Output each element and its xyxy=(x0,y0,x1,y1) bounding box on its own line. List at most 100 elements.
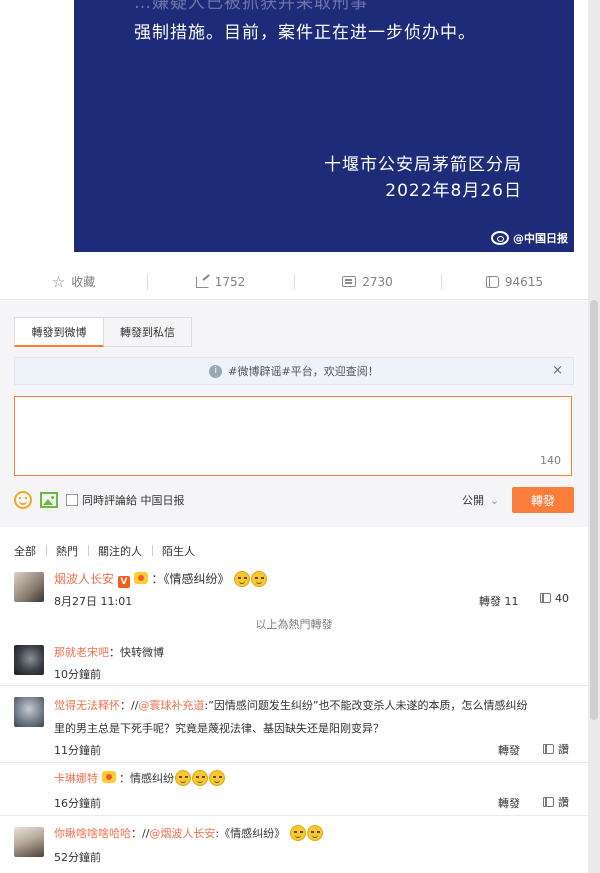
image-icon[interactable] xyxy=(40,492,58,508)
list-item: 你瞅啥啥啥哈哈：//@烟波人长安:《情感纠纷》 52分鐘前 xyxy=(0,817,588,873)
comment-icon xyxy=(342,276,357,287)
comment-count: 2730 xyxy=(362,274,393,289)
username[interactable]: 那就老宋吧 xyxy=(54,646,109,659)
thumbs-up-icon xyxy=(540,593,551,603)
send-forward-button[interactable]: 轉發 xyxy=(512,487,574,513)
poster-date: 2022年8月26日 xyxy=(385,181,522,201)
watermark: @中国日报 xyxy=(491,230,568,246)
repost-text: ：《情感纠纷》 xyxy=(151,572,230,586)
avatar[interactable] xyxy=(14,827,44,857)
repost-forward-button[interactable]: 轉發 xyxy=(498,795,520,811)
timestamp[interactable]: 10分鐘前 xyxy=(54,666,101,682)
repost-content: 觉得无法释怀：//@寰球补充道:”因情感问题发生纠纷”也不能改变杀人未遂的本质，… xyxy=(54,697,528,713)
watermark-text: @中国日报 xyxy=(513,232,568,245)
poster-text-line: …嫌疑人已被抓获并采取刑事 xyxy=(134,0,368,13)
repost-content: 你瞅啥啥啥哈哈：//@烟波人长安:《情感纠纷》 xyxy=(54,825,323,841)
like-count: 94615 xyxy=(504,274,544,289)
sync-comment-label: 同時評論給 中国日报 xyxy=(82,494,185,507)
list-item: 烟波人长安 V ：《情感纠纷》 8月27日 11:01 轉發 11 40 xyxy=(0,566,588,610)
like-button[interactable]: 94615 xyxy=(441,264,588,299)
favorite-label: 收藏 xyxy=(71,275,96,289)
repost-forward-button[interactable]: 轉發 xyxy=(498,742,520,758)
filter-strangers[interactable]: 陌生人 xyxy=(152,543,205,559)
timestamp[interactable]: 8月27日 11:01 xyxy=(54,593,132,609)
sync-comment-checkbox[interactable] xyxy=(66,494,78,506)
list-item: 觉得无法释怀：//@寰球补充道:”因情感问题发生纠纷”也不能改变杀人未遂的本质，… xyxy=(0,687,588,763)
repost-text: ：快转微博 xyxy=(109,646,164,659)
thumbs-up-icon xyxy=(485,275,499,288)
weibo-logo-icon xyxy=(491,231,509,245)
chevron-down-icon: ⌄ xyxy=(490,494,500,507)
action-bar: ☆ 收藏 1752 2730 94615 xyxy=(0,264,588,300)
weibo-post-card: …嫌疑人已被抓获并采取刑事 强制措施。目前，案件正在进一步侦办中。 十堰市公安局… xyxy=(0,0,588,873)
hot-separator: 以上為熱門轉發 xyxy=(255,618,333,631)
notice-banner: i #微博辟谣#平台，欢迎查阅！ × xyxy=(14,357,574,385)
repost-text-continued: 里的男主总是下死手呢？究竟是蔑视法律、基因缺失还是阳刚变异？ xyxy=(54,722,384,735)
repost-text: :”因情感问题发生纠纷”也不能改变杀人未遂的本质，怎么情感纠纷 xyxy=(204,699,528,712)
forward-count: 1752 xyxy=(214,274,246,289)
avatar[interactable] xyxy=(14,697,44,727)
avatar[interactable] xyxy=(14,645,44,675)
username[interactable]: 觉得无法释怀 xyxy=(54,699,120,712)
forward-panel: 轉發到微博 轉發到私信 i #微博辟谣#平台，欢迎查阅！ × 140 同時評論給… xyxy=(0,301,588,527)
smile-emoji-icon xyxy=(192,770,208,786)
scrollbar-thumb[interactable] xyxy=(590,300,598,720)
post-image[interactable]: …嫌疑人已被抓获并采取刑事 强制措施。目前，案件正在进一步侦办中。 十堰市公安局… xyxy=(74,0,574,252)
poster-organization: 十堰市公安局茅箭区分局 xyxy=(324,155,522,175)
repost-content: 那就老宋吧：快转微博 xyxy=(54,644,164,660)
list-item: 卡琳娜特 ：情感纠纷 16分鐘前 轉發 讚 xyxy=(0,764,588,816)
repost-text: ：// xyxy=(131,827,150,840)
emoji-icon[interactable] xyxy=(14,491,32,509)
star-icon: ☆ xyxy=(51,272,66,291)
username[interactable]: 你瞅啥啥啥哈哈 xyxy=(54,827,131,840)
tab-forward-to-weibo[interactable]: 轉發到微博 xyxy=(14,317,104,347)
thumbs-up-icon xyxy=(543,797,554,807)
repost-content: 卡琳娜特 ：情感纠纷 xyxy=(54,770,225,786)
favorite-button[interactable]: ☆ 收藏 xyxy=(0,264,147,299)
info-icon: i xyxy=(209,364,223,378)
forward-toolbar: 同時評論給 中国日报 公開 ⌄ 轉發 xyxy=(14,486,574,514)
forward-icon xyxy=(195,275,209,288)
filter-hot[interactable]: 熱門 xyxy=(46,543,88,559)
username[interactable]: 卡琳娜特 xyxy=(54,772,98,785)
smile-emoji-icon xyxy=(289,825,306,841)
filter-all[interactable]: 全部 xyxy=(14,543,46,559)
filter-following[interactable]: 關注的人 xyxy=(88,543,152,559)
visibility-label: 公開 xyxy=(462,494,484,507)
username[interactable]: 烟波人长安 xyxy=(54,572,114,586)
mention-link[interactable]: @寰球补充道 xyxy=(138,699,204,712)
mention-link[interactable]: @烟波人长安 xyxy=(149,827,215,840)
repost-text: ：情感纠纷 xyxy=(119,772,174,785)
timestamp[interactable]: 52分鐘前 xyxy=(54,849,101,865)
like-label: 讚 xyxy=(558,743,569,756)
smile-emoji-icon xyxy=(251,571,268,587)
forward-text-input[interactable]: 140 xyxy=(14,396,572,476)
repost-text: ：// xyxy=(120,699,139,712)
avatar[interactable] xyxy=(14,572,44,602)
repost-text: :《情感纠纷》 xyxy=(215,827,286,840)
list-item: 那就老宋吧：快转微博 10分鐘前 xyxy=(0,636,588,686)
repost-like-button[interactable]: 40 xyxy=(540,592,569,605)
char-counter: 140 xyxy=(540,454,561,467)
like-label: 讚 xyxy=(558,796,569,809)
notice-text[interactable]: #微博辟谣#平台，欢迎查阅！ xyxy=(228,363,378,379)
forward-button[interactable]: 1752 xyxy=(147,264,294,299)
repost-filter-bar: 全部 熱門 關注的人 陌生人 xyxy=(14,543,205,559)
smile-emoji-icon xyxy=(234,571,251,587)
poster-text-line: 强制措施。目前，案件正在进一步侦办中。 xyxy=(134,23,476,43)
repost-like-button[interactable]: 讚 xyxy=(543,794,569,810)
visibility-select[interactable]: 公開 ⌄ xyxy=(462,492,499,508)
verified-badge-icon: V xyxy=(117,576,130,588)
smile-emoji-icon xyxy=(306,825,323,841)
smile-emoji-icon xyxy=(175,770,191,786)
thumbs-up-icon xyxy=(543,744,554,754)
comment-button[interactable]: 2730 xyxy=(294,264,441,299)
timestamp[interactable]: 11分鐘前 xyxy=(54,742,101,758)
close-icon[interactable]: × xyxy=(552,363,563,378)
repost-like-button[interactable]: 讚 xyxy=(543,741,569,757)
repost-forward-button[interactable]: 轉發 11 xyxy=(479,593,519,609)
like-count: 40 xyxy=(555,592,569,605)
level-badge-icon xyxy=(101,771,116,783)
timestamp[interactable]: 16分鐘前 xyxy=(54,795,101,811)
tab-forward-to-dm[interactable]: 轉發到私信 xyxy=(104,317,192,347)
